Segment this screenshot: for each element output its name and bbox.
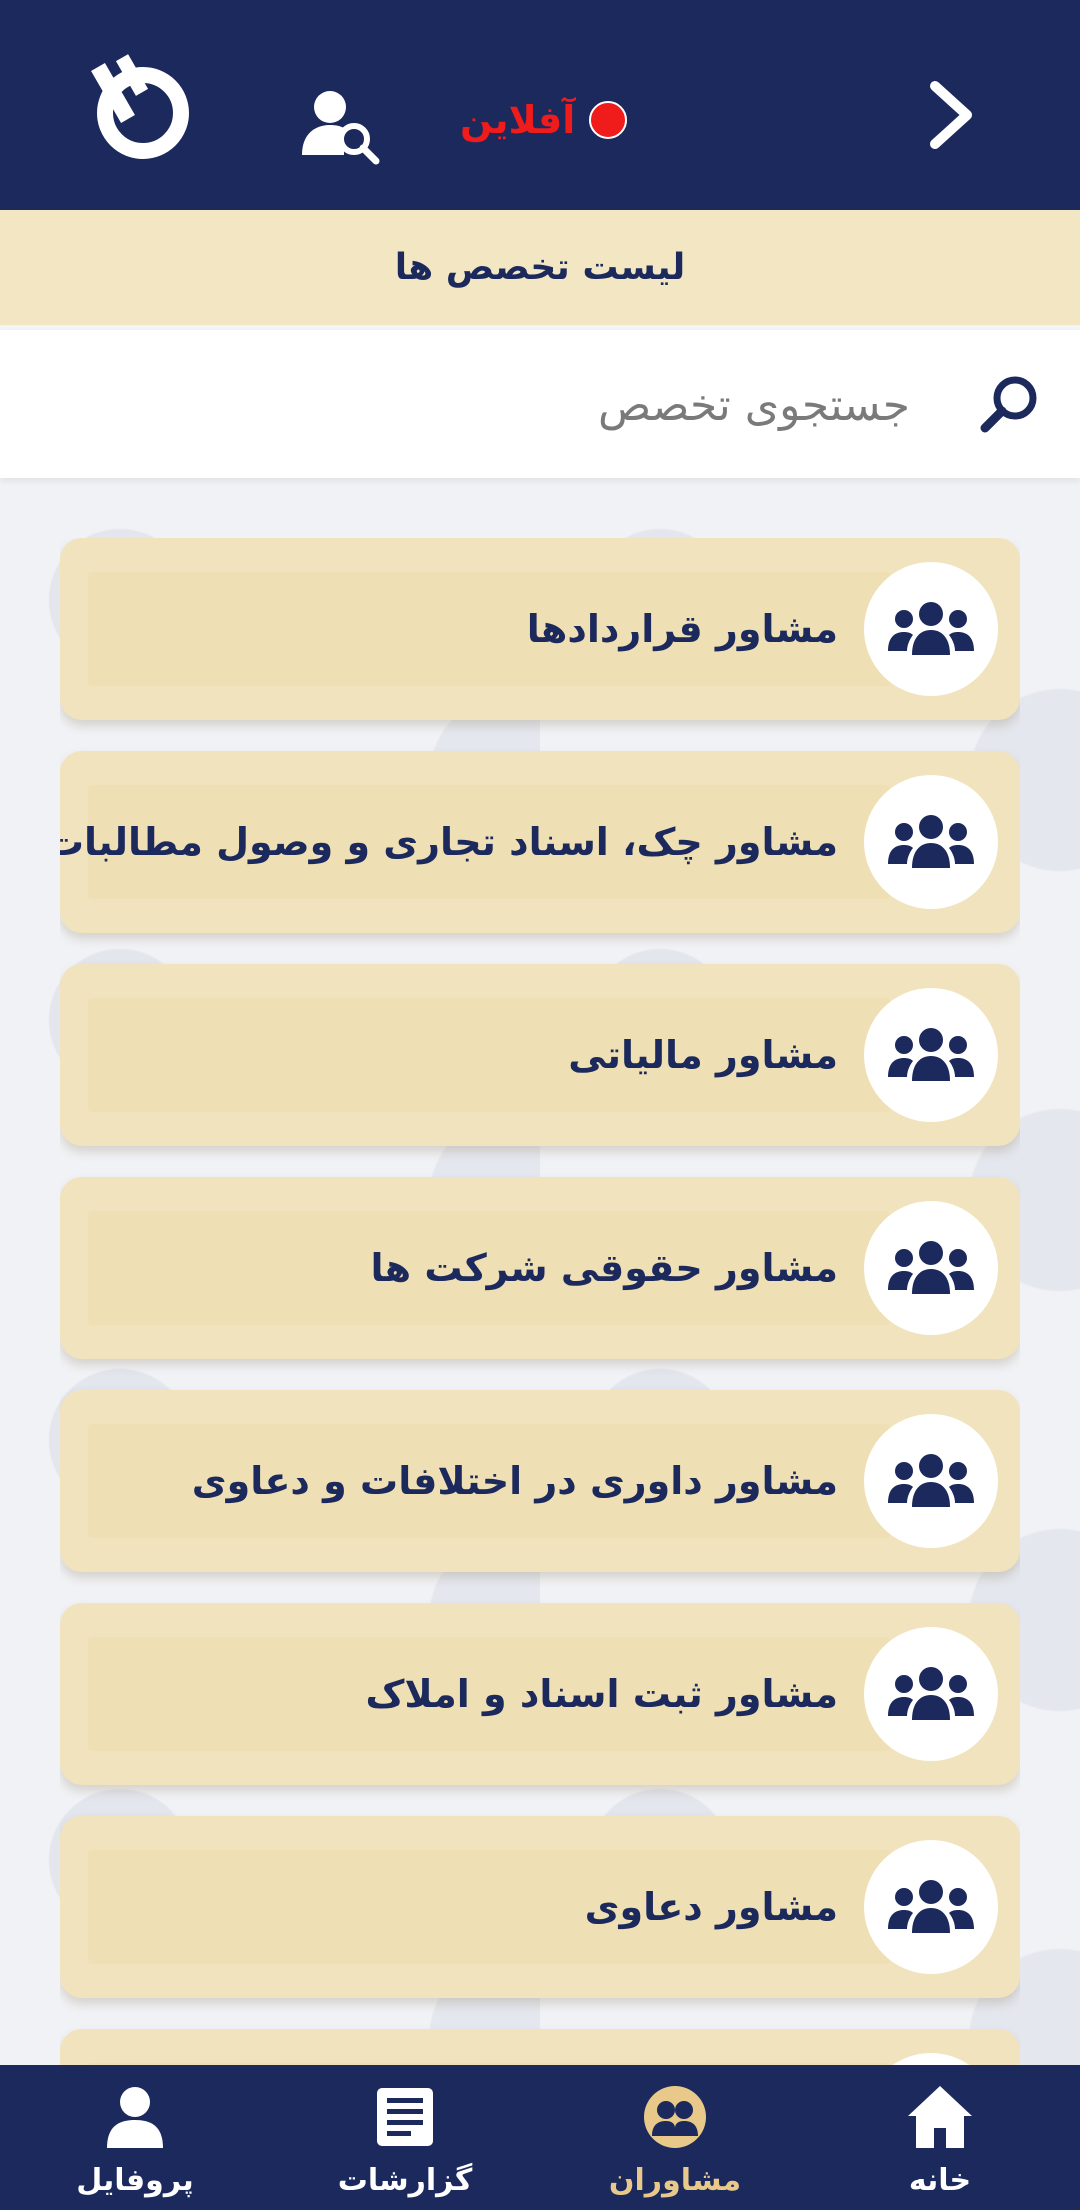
specialty-label: مشاور دعاوی	[584, 1885, 838, 1929]
users-group-icon	[888, 1667, 974, 1720]
specialty-label: مشاور حقوقی شرکت ها	[370, 1246, 839, 1290]
card-avatar	[864, 562, 998, 696]
user-search-icon	[302, 91, 380, 165]
search-button[interactable]	[975, 370, 1045, 440]
app-logo	[80, 45, 200, 170]
search-icon	[980, 376, 1037, 433]
specialty-card[interactable]: مشاور مالیاتی	[60, 964, 1020, 1146]
nav-home[interactable]: خانه	[840, 2065, 1040, 2210]
chevron-right-icon	[930, 81, 972, 149]
nav-profile[interactable]: پروفایل	[35, 2065, 235, 2210]
specialty-card[interactable]	[60, 2029, 1020, 2065]
card-avatar	[864, 775, 998, 909]
bottom-nav: خانه مشاوران گزارشات پروفایل	[0, 2065, 1080, 2210]
nav-home-label: خانه	[908, 2163, 972, 2198]
reports-icon	[373, 2081, 437, 2153]
specialty-label: مشاور ثبت اسناد و املاک	[365, 1672, 839, 1716]
specialty-label: مشاور داوری در اختلافات و دعاوی	[191, 1459, 838, 1503]
back-button[interactable]	[905, 60, 995, 170]
profile-icon	[103, 2081, 167, 2153]
users-group-icon	[888, 1028, 974, 1081]
specialty-label: مشاور مالیاتی	[568, 1033, 838, 1077]
nav-advisors[interactable]: مشاوران	[575, 2065, 775, 2210]
app-header: آفلاین	[0, 0, 1080, 210]
users-group-icon	[888, 1241, 974, 1294]
specialty-card[interactable]: مشاور حقوقی شرکت ها	[60, 1177, 1020, 1359]
card-avatar	[864, 1840, 998, 1974]
nav-reports[interactable]: گزارشات	[305, 2065, 505, 2210]
specialty-label: مشاور چک، اسناد تجاری و وصول مطالبات	[60, 820, 838, 864]
advisors-icon	[642, 2081, 708, 2153]
nav-profile-label: پروفایل	[76, 2163, 194, 2198]
nav-advisors-label: مشاوران	[608, 2163, 742, 2198]
status-label: آفلاین	[460, 98, 576, 142]
card-avatar	[864, 1414, 998, 1548]
specialty-card[interactable]: مشاور داوری در اختلافات و دعاوی	[60, 1390, 1020, 1572]
status-dot	[589, 101, 628, 139]
page-title-bar: لیست تخصص ها	[0, 210, 1080, 325]
card-avatar	[864, 988, 998, 1122]
specialty-card[interactable]: مشاور ثبت اسناد و املاک	[60, 1603, 1020, 1785]
specialty-list: مشاور قراردادها مشاور چک، اسناد تجاری و …	[60, 538, 1020, 2065]
logo-icon	[91, 53, 189, 159]
specialty-label	[80, 2029, 838, 2065]
specialty-card[interactable]: مشاور قراردادها	[60, 538, 1020, 720]
home-icon	[906, 2081, 974, 2153]
search-input[interactable]	[60, 350, 920, 460]
users-group-icon	[888, 602, 974, 655]
nav-reports-label: گزارشات	[337, 2163, 473, 2198]
connection-status: آفلاین	[460, 90, 628, 150]
users-group-icon	[888, 815, 974, 868]
page-title: لیست تخصص ها	[394, 247, 686, 288]
card-avatar	[864, 1627, 998, 1761]
card-avatar	[864, 1201, 998, 1335]
users-group-icon	[888, 1880, 974, 1933]
specialty-card[interactable]: مشاور دعاوی	[60, 1816, 1020, 1998]
users-group-icon	[888, 1454, 974, 1507]
specialty-label: مشاور قراردادها	[526, 607, 838, 651]
user-search-button[interactable]	[290, 80, 390, 170]
specialty-card[interactable]: مشاور چک، اسناد تجاری و وصول مطالبات	[60, 751, 1020, 933]
